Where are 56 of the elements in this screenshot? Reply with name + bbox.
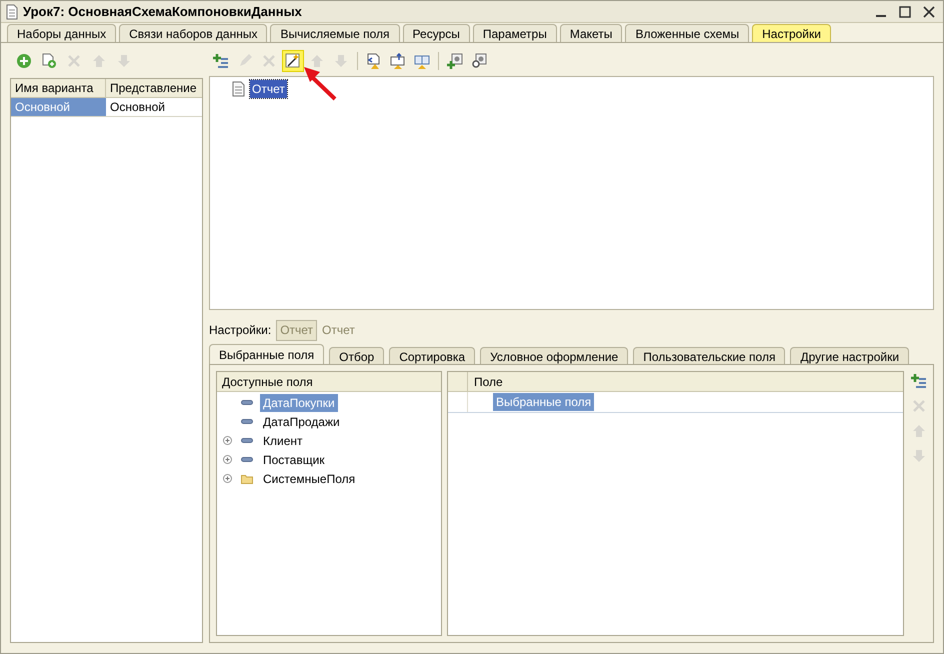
cross-icon	[911, 398, 927, 414]
tree-item[interactable]: Поставщик	[260, 450, 328, 468]
folder-icon	[241, 474, 253, 484]
tab[interactable]: Отбор	[329, 347, 384, 364]
tab[interactable]: Настройки	[752, 24, 831, 42]
maximize-icon	[899, 6, 911, 18]
settings-label: Настройки:	[209, 322, 272, 339]
up-arrow-icon	[309, 53, 325, 69]
down-arrow-icon	[116, 53, 132, 69]
tab[interactable]: Наборы данных	[7, 24, 116, 42]
expand-icon[interactable]	[223, 436, 232, 445]
add-list-icon	[911, 373, 927, 389]
cross-icon	[261, 53, 277, 69]
tab[interactable]: Параметры	[472, 24, 557, 42]
cross-icon	[66, 53, 82, 69]
window-title: Урок7: ОсновнаяСхемаКомпоновкиДанных	[23, 2, 302, 21]
field-icon	[241, 456, 253, 462]
tab[interactable]: Выбранные поля	[209, 344, 324, 364]
tab[interactable]: Пользовательские поля	[633, 347, 786, 364]
field-icon	[241, 400, 253, 406]
close-icon	[923, 6, 935, 18]
wand-icon	[285, 53, 301, 69]
tab[interactable]: Условное оформление	[480, 347, 628, 364]
toolbar-button[interactable]	[283, 51, 303, 71]
tab[interactable]: Ресурсы	[402, 24, 470, 42]
column-header: Представление	[110, 80, 197, 97]
expand-icon[interactable]	[223, 455, 232, 464]
expand-icon[interactable]	[223, 474, 232, 483]
column-header: Имя варианта	[15, 80, 94, 97]
column-header: Поле	[473, 374, 503, 390]
pencil-icon	[237, 53, 253, 69]
tab[interactable]: Связи наборов данных	[119, 24, 268, 42]
up-arrow-icon	[91, 53, 107, 69]
field-icon	[241, 418, 253, 424]
down-arrow-icon	[333, 53, 349, 69]
column-header: Доступные поля	[222, 374, 313, 390]
tree-item[interactable]: Клиент	[260, 432, 306, 450]
tab[interactable]: Макеты	[560, 24, 622, 42]
tree-item[interactable]: СистемныеПоля	[260, 470, 358, 488]
down-arrow-icon	[911, 448, 927, 464]
add-list-icon	[213, 53, 229, 69]
field-icon	[241, 438, 253, 444]
document-plus-icon	[41, 53, 57, 69]
plus-icon	[16, 53, 32, 69]
document-icon	[5, 4, 19, 20]
tab[interactable]: Вычисляемые поля	[270, 24, 400, 42]
up-arrow-icon	[911, 423, 927, 439]
tab[interactable]: Сортировка	[389, 347, 476, 364]
tree-item[interactable]: ДатаПродажи	[260, 412, 343, 430]
document-arrow-icon	[366, 53, 382, 69]
document-icon	[232, 81, 246, 97]
tree-item[interactable]: Отчет	[250, 80, 287, 98]
minimize-icon	[875, 15, 887, 17]
tab[interactable]: Другие настройки	[790, 347, 910, 364]
annotation-arrow	[302, 65, 338, 101]
tab[interactable]: Вложенные схемы	[625, 24, 750, 42]
